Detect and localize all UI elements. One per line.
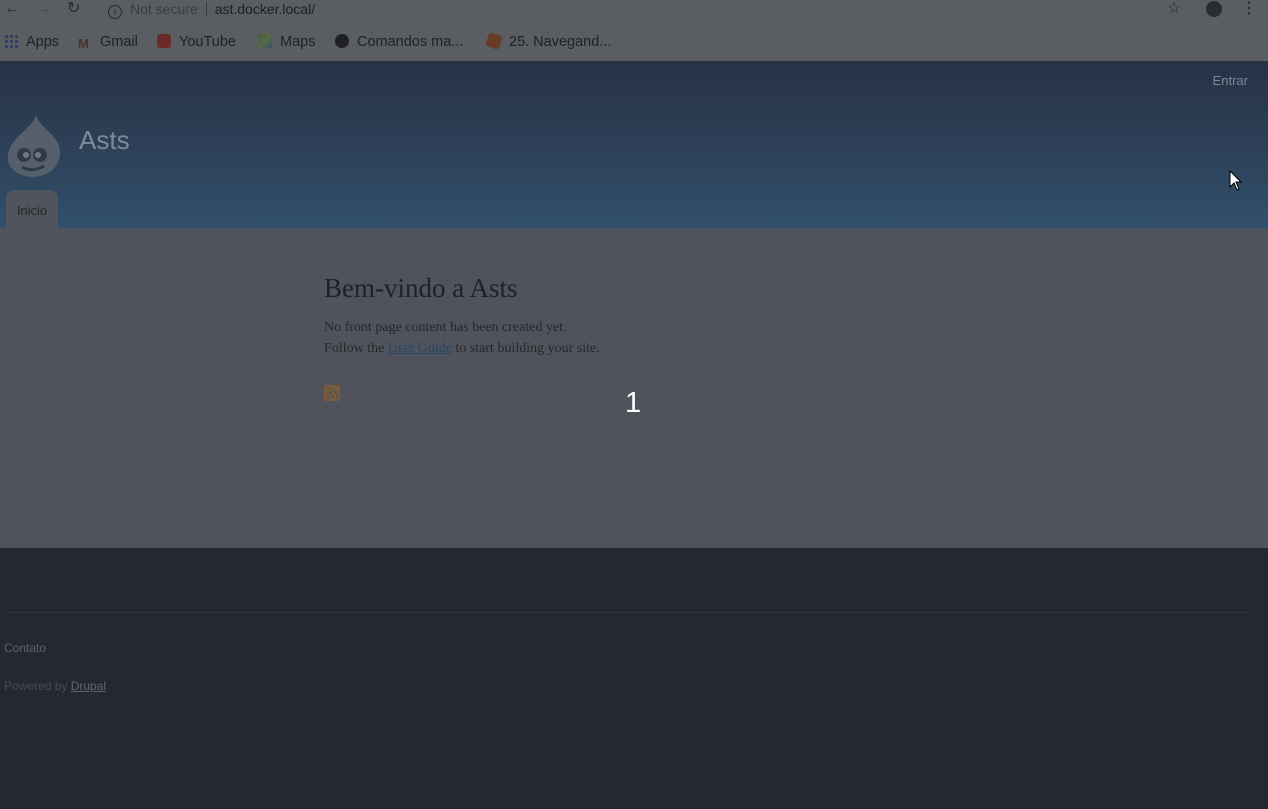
menu-kebab-icon[interactable]: ⋮ — [1241, 0, 1257, 18]
bookmark-gmail[interactable]: M Gmail — [78, 33, 138, 51]
bookmark-label: Maps — [280, 34, 316, 50]
security-status: Not secure — [130, 1, 198, 17]
mouse-cursor-icon — [1229, 170, 1243, 191]
site-footer: Contato Powered by Drupal — [0, 548, 1268, 809]
bookmark-navegando[interactable]: 25. Navegand... — [485, 32, 612, 51]
url-separator — [205, 2, 207, 16]
bookmark-comandos[interactable]: Comandos ma... — [335, 33, 463, 51]
footer-divider — [4, 612, 1252, 613]
info-icon[interactable]: i — [108, 5, 122, 19]
forward-arrow-icon[interactable]: → — [35, 0, 51, 18]
contact-link[interactable]: Contato — [4, 641, 46, 655]
powered-by: Powered by Drupal — [4, 679, 106, 693]
overlay-step-number: 1 — [625, 387, 642, 419]
bookmark-star-icon[interactable]: ☆ — [1167, 0, 1181, 18]
user-guide-prefix: Follow the — [324, 341, 385, 356]
rss-feed-icon[interactable] — [324, 385, 340, 401]
page-title: Bem-vindo a Asts — [324, 273, 518, 303]
reload-icon[interactable]: ↻ — [67, 0, 80, 18]
user-guide-link[interactable]: User Guide — [388, 341, 452, 356]
bookmark-maps[interactable]: Maps — [258, 33, 315, 51]
user-guide-message: Follow the User Guide to start building … — [324, 341, 600, 357]
browser-chrome: ← → ↻ i Not secure ast.docker.local/ ☆ ⋮ A… — [0, 0, 1268, 61]
account-avatar-icon[interactable] — [1206, 1, 1222, 17]
site-header: Entrar Asts Inicio — [0, 61, 1268, 228]
bookmark-apps[interactable]: Apps — [4, 33, 59, 51]
github-icon — [335, 34, 349, 48]
back-arrow-icon[interactable]: ← — [4, 0, 20, 18]
bookmark-favicon-icon — [485, 32, 503, 50]
url-host[interactable]: ast.docker.local/ — [215, 1, 315, 17]
powered-by-prefix: Powered by — [4, 679, 68, 693]
gmail-icon: M — [78, 36, 89, 51]
bookmark-label: Comandos ma... — [357, 34, 464, 50]
login-link[interactable]: Entrar — [1213, 73, 1248, 88]
tab-inicio[interactable]: Inicio — [6, 190, 58, 228]
bookmark-youtube[interactable]: YouTube — [157, 33, 236, 51]
apps-grid-icon — [4, 34, 18, 48]
empty-front-page-message: No front page content has been created y… — [324, 320, 567, 335]
youtube-icon — [157, 34, 171, 48]
bookmark-label: YouTube — [179, 34, 236, 50]
address-bar[interactable]: i Not secure ast.docker.local/ — [108, 0, 315, 19]
bookmark-label: Gmail — [100, 34, 138, 50]
user-guide-suffix: to start building your site. — [455, 341, 600, 356]
drupal-link[interactable]: Drupal — [71, 679, 106, 693]
drupal-logo-icon[interactable] — [4, 113, 62, 179]
bookmark-label: 25. Navegand... — [509, 34, 612, 50]
main-content: Bem-vindo a Asts No front page content h… — [0, 228, 1268, 548]
site-name[interactable]: Asts — [79, 125, 130, 156]
bookmark-label: Apps — [26, 34, 60, 50]
maps-icon — [258, 34, 272, 48]
